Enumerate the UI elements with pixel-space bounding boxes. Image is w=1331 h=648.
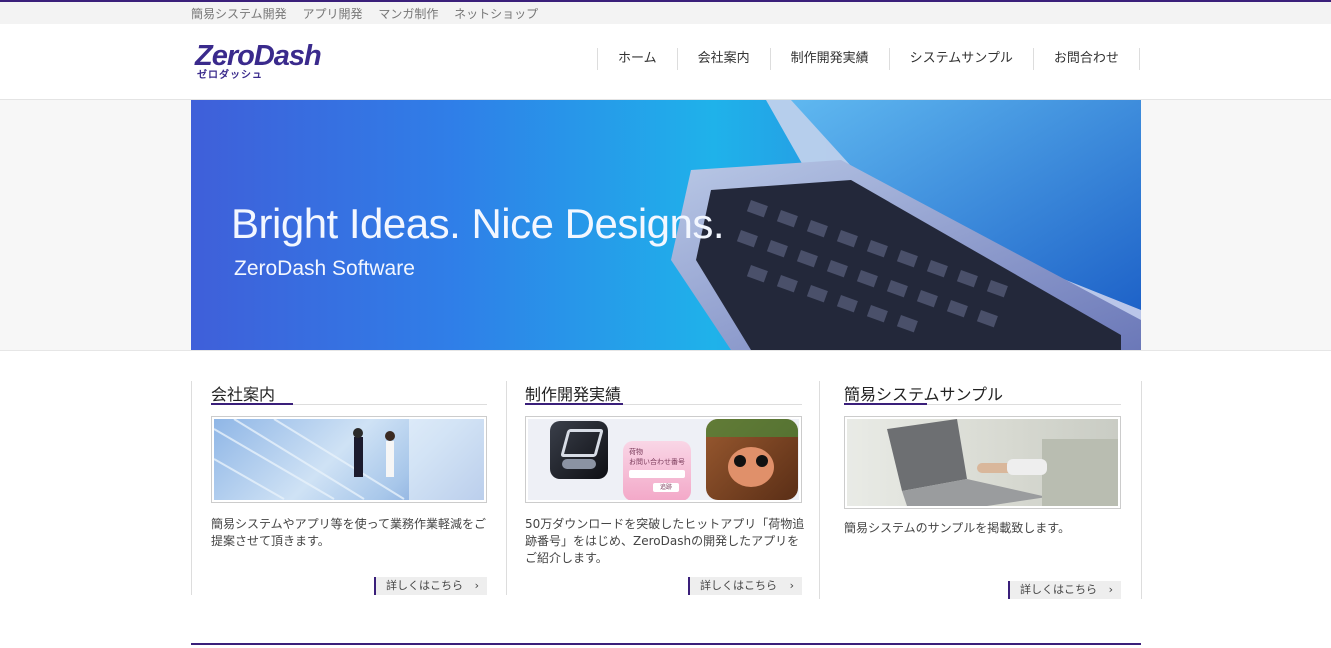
more-label: 詳しくはこちら xyxy=(700,579,777,592)
section-description: 簡易システムやアプリ等を使って業務作業軽減をご提案させて頂きます。 xyxy=(211,517,487,548)
tag-item: アプリ開発 xyxy=(302,7,363,21)
hero-banner: Bright Ideas. Nice Designs. ZeroDash Sof… xyxy=(191,100,1141,350)
logo-subtext: ゼロダッシュ xyxy=(197,70,263,81)
title-accent xyxy=(525,403,623,405)
laptop-user-image xyxy=(887,419,1118,506)
footer-accent-line xyxy=(191,643,1141,645)
section-description: 簡易システムのサンプルを掲載致します。 xyxy=(844,521,1071,535)
title-accent xyxy=(211,403,293,405)
more-button[interactable]: 詳しくはこちら › xyxy=(688,577,802,595)
works-thumbnail[interactable]: 荷物 お問い合わせ番号 追跡 xyxy=(525,416,802,503)
nav-item-home[interactable]: ホーム xyxy=(597,48,677,70)
more-button[interactable]: 詳しくはこちら › xyxy=(1008,581,1121,599)
tag-item: マンガ制作 xyxy=(378,7,439,21)
app-button-label: 追跡 xyxy=(653,483,679,492)
nav-item-company[interactable]: 会社案内 xyxy=(676,48,770,70)
logo-text: ZeroDash xyxy=(195,40,322,72)
site-header: ZeroDash ゼロダッシュ ホーム 会社案内 制作開発実績 システムサンプル… xyxy=(0,24,1331,100)
section-title: 会社案内 xyxy=(211,385,276,404)
system-thumbnail[interactable] xyxy=(844,416,1121,509)
section-system-sample: 簡易システムサンプル 簡易システムのサンプルを掲載致します。 詳しくはこちら › xyxy=(819,381,1142,599)
section-works: 制作開発実績 荷物 お問い合わせ番号 追跡 50万ダウンロードを突破したヒットア… xyxy=(506,381,820,595)
main-nav: ホーム 会社案内 制作開発実績 システムサンプル お問合わせ xyxy=(597,48,1140,70)
tagline-bar: 簡易システム開発 アプリ開発 マンガ制作 ネットショップ xyxy=(0,2,1331,24)
hero-headline: Bright Ideas. Nice Designs. xyxy=(231,200,725,247)
app-icon-racing xyxy=(550,421,608,479)
tagline: 簡易システム開発 アプリ開発 マンガ制作 ネットショップ xyxy=(191,5,550,22)
site-logo[interactable]: ZeroDash ゼロダッシュ xyxy=(195,40,322,81)
app-icon-character xyxy=(706,419,798,500)
chevron-right-icon: › xyxy=(789,579,794,592)
more-label: 詳しくはこちら xyxy=(386,579,463,592)
hero-subheadline: ZeroDash Software xyxy=(234,257,415,280)
nav-item-contact[interactable]: お問合わせ xyxy=(1032,48,1140,70)
more-button[interactable]: 詳しくはこちら › xyxy=(374,577,487,595)
office-image xyxy=(214,419,484,500)
more-label: 詳しくはこちら xyxy=(1020,583,1097,596)
section-title: 簡易システムサンプル xyxy=(844,385,1004,404)
section-company: 会社案内 簡易システムやアプリ等を使って業務作業軽減をご提案させて頂きます。 詳… xyxy=(191,381,507,595)
chevron-right-icon: › xyxy=(474,579,479,592)
section-description: 50万ダウンロードを突破したヒットアプリ「荷物追跡番号」をはじめ、ZeroDas… xyxy=(525,517,805,565)
tag-item: 簡易システム開発 xyxy=(191,7,287,21)
tag-item: ネットショップ xyxy=(454,7,539,21)
app-icon-tracking: 荷物 お問い合わせ番号 追跡 xyxy=(623,441,691,500)
nav-item-system-sample[interactable]: システムサンプル xyxy=(888,48,1033,70)
company-thumbnail[interactable] xyxy=(211,416,487,503)
chevron-right-icon: › xyxy=(1108,583,1113,596)
nav-item-works[interactable]: 制作開発実績 xyxy=(769,48,889,70)
title-accent xyxy=(844,403,927,405)
app-label: お問い合わせ番号 xyxy=(629,458,685,466)
section-title: 制作開発実績 xyxy=(525,385,622,404)
app-label: 荷物 xyxy=(629,448,643,456)
